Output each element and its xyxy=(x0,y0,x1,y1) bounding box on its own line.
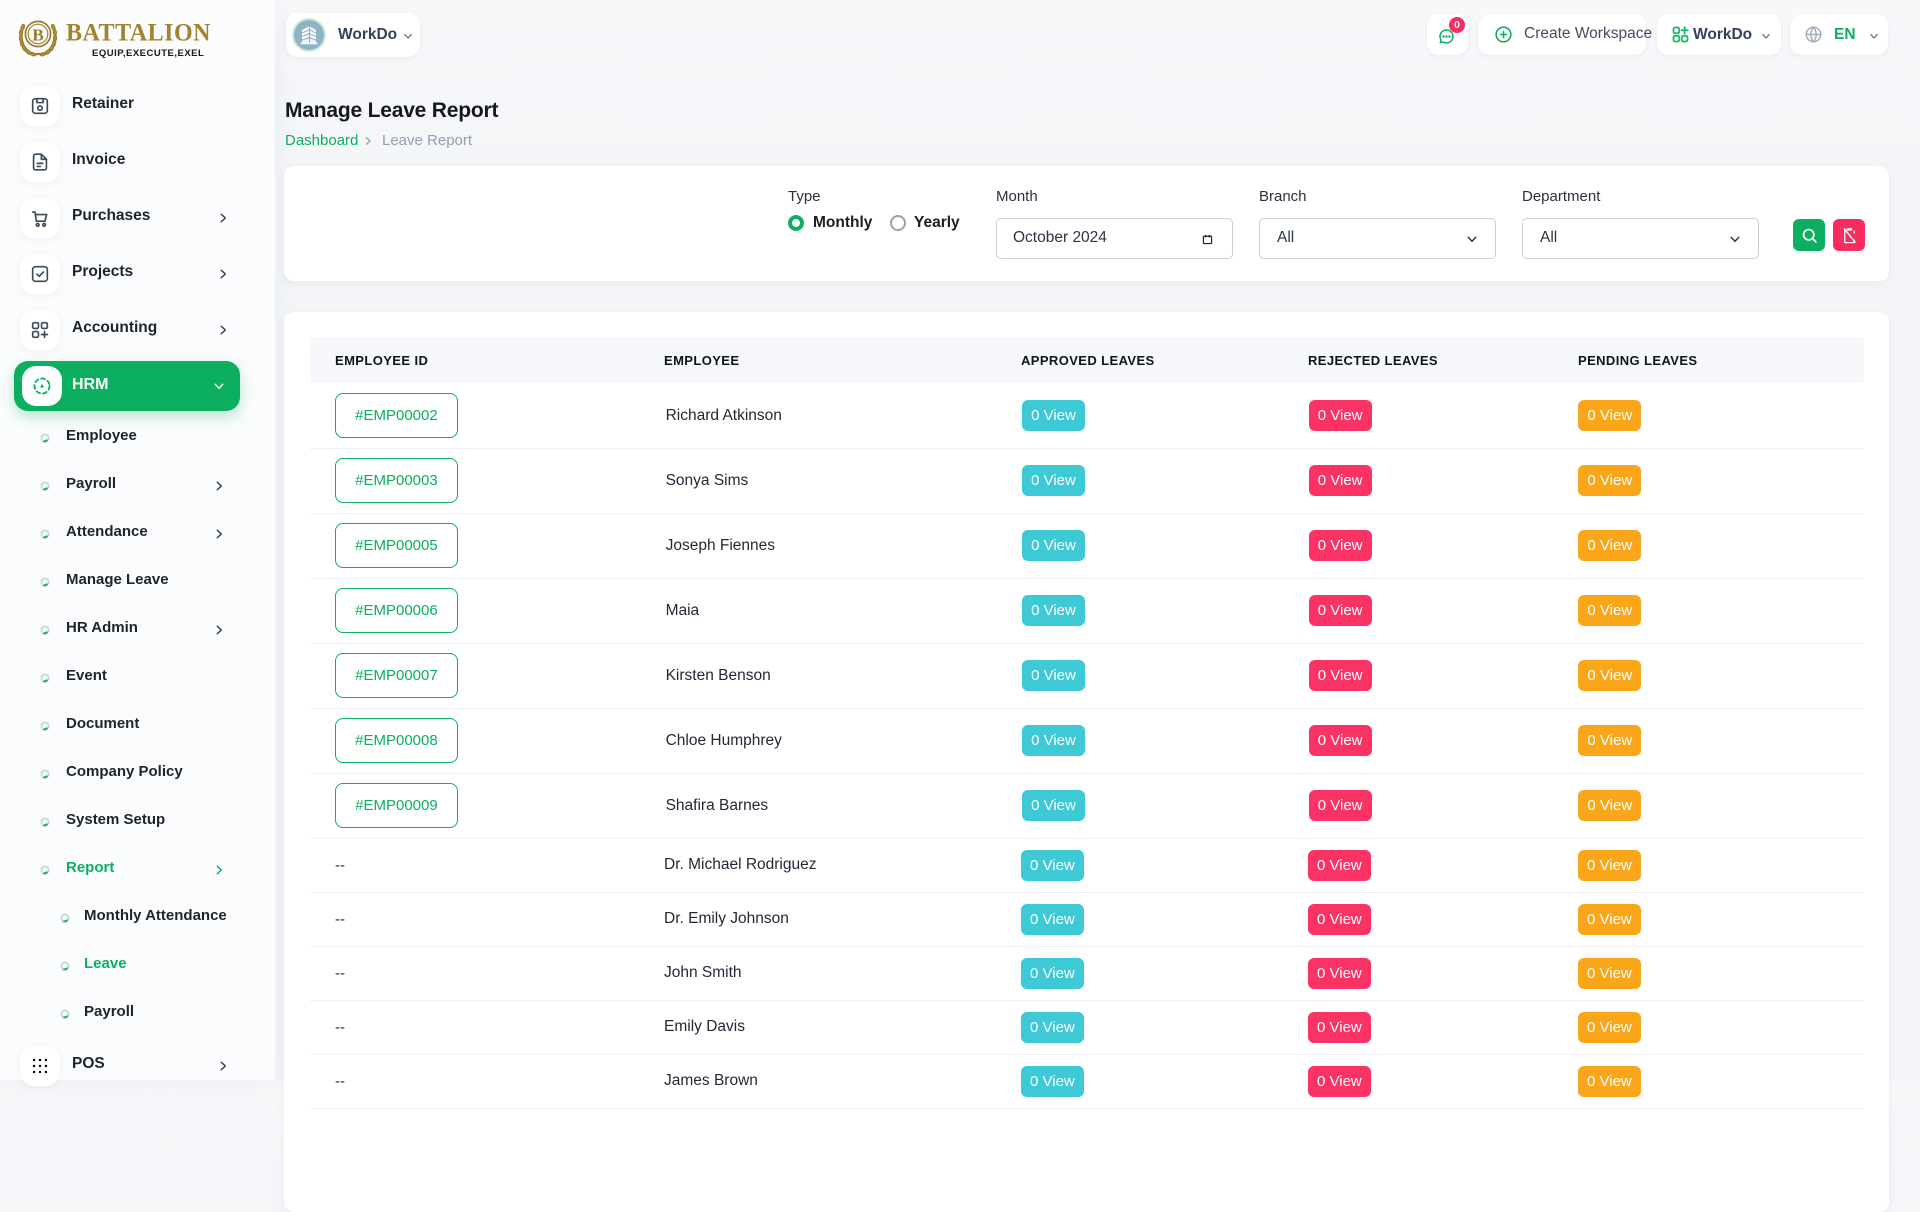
svg-text:B: B xyxy=(32,26,44,45)
